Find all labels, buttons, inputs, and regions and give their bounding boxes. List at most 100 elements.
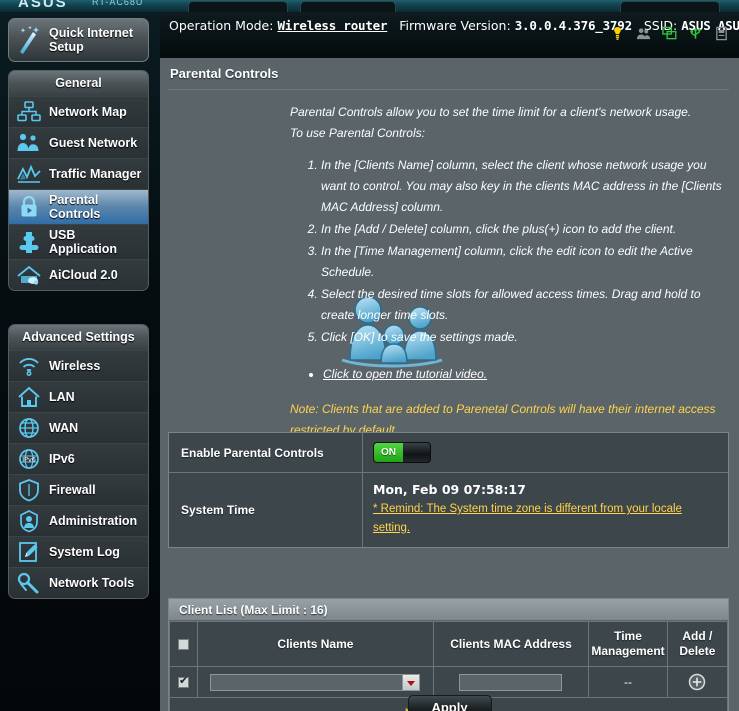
general-menu-title: General (9, 71, 148, 96)
column-header-clients-mac: Clients MAC Address (432, 621, 590, 667)
notification-icon[interactable] (610, 26, 625, 41)
intro-line-2: To use Parental Controls: (290, 126, 425, 140)
enable-parental-controls-label: Enable Parental Controls (181, 445, 324, 460)
enable-parental-controls-control: ON (362, 433, 728, 472)
sidebar-item-label: Network Map (49, 105, 127, 119)
top-tab-stub-2[interactable] (300, 1, 396, 12)
plus-circle-icon[interactable] (688, 673, 706, 691)
table-header-row: Clients Name Clients MAC Address Time Ma… (168, 621, 729, 667)
sidebar-item-network-tools[interactable]: Network Tools (9, 567, 148, 598)
sidebar-item-label: System Log (49, 545, 120, 559)
printer-icon[interactable] (714, 26, 729, 41)
administration-icon (20, 510, 38, 533)
sidebar-item-network-map[interactable]: Network Map (9, 96, 148, 127)
sidebar-item-aicloud[interactable]: AiCloud 2.0 (9, 259, 148, 290)
system-time-row: System Time Mon, Feb 09 07:58:17 * Remin… (169, 472, 728, 547)
sidebar-item-ipv6[interactable]: IPv6 IPv6 (9, 443, 148, 474)
sidebar-item-guest-network[interactable]: Guest Network (9, 127, 148, 158)
apply-button[interactable]: Apply (407, 695, 492, 711)
sidebar-item-label: Wireless (49, 359, 101, 373)
instruction-step: In the [Add / Delete] column, click the … (321, 219, 730, 240)
sidebar: Quick Internet Setup General Network Map (0, 12, 160, 711)
sidebar-item-label: Network Tools (49, 576, 135, 590)
brand-logo-bar: ASUS RT-AC68U (0, 0, 739, 12)
sidebar-item-traffic-manager[interactable]: Traffic Manager (9, 158, 148, 189)
sidebar-item-lan[interactable]: LAN (9, 381, 148, 412)
sidebar-item-label: Firewall (49, 483, 96, 497)
toggle-on-label: ON (374, 443, 403, 462)
parental-controls-icon (21, 195, 37, 217)
instruction-step: In the [Clients Name] column, select the… (321, 155, 730, 218)
general-menu-block: General Network Map Guest Network Traffi… (8, 70, 149, 291)
header-icon-tray (610, 26, 729, 41)
guest-users-icon[interactable] (636, 26, 651, 41)
sidebar-item-parental-controls[interactable]: Parental Controls (9, 189, 148, 224)
column-header-time-management: Time Management (588, 621, 668, 667)
settings-panel: Enable Parental Controls ON System Time … (168, 432, 729, 548)
firewall-icon (19, 479, 39, 502)
select-all-checkbox[interactable] (178, 638, 190, 650)
sidebar-item-label: AiCloud 2.0 (49, 268, 118, 282)
client-name-select[interactable] (210, 673, 421, 691)
instruction-step: Click [OK] to save the settings made. (321, 327, 730, 348)
row-checkbox[interactable] (178, 675, 190, 689)
usb-device-icon[interactable] (688, 26, 703, 41)
system-time-value: Mon, Feb 09 07:58:17 (373, 482, 526, 497)
toggle-knob (403, 443, 430, 462)
select-all-header (168, 621, 199, 667)
system-time-value-cell: Mon, Feb 09 07:58:17 * Remind: The Syste… (362, 473, 728, 547)
router-admin-page: ASUS RT-AC68U Operation Mode: Wireless r… (0, 0, 739, 711)
system-log-icon (19, 542, 38, 562)
tutorial-list: Click to open the tutorial video. (310, 364, 730, 385)
ipv6-icon: IPv6 (19, 449, 39, 469)
top-tab-stub-3[interactable] (620, 1, 720, 12)
connected-clients-icon[interactable] (662, 26, 677, 41)
client-name-cell (197, 666, 434, 698)
guest-network-icon (17, 133, 39, 151)
sidebar-item-usb-application[interactable]: USB Application (9, 224, 148, 259)
advanced-menu-title: Advanced Settings (9, 325, 148, 350)
sidebar-item-wireless[interactable]: Wireless (9, 350, 148, 381)
add-delete-cell (666, 666, 729, 698)
sidebar-item-label: USB Application (49, 228, 118, 256)
sidebar-item-wan[interactable]: WAN (9, 412, 148, 443)
system-time-block: Mon, Feb 09 07:58:17 * Remind: The Syste… (373, 482, 703, 538)
sidebar-item-label: Parental Controls (49, 193, 101, 221)
sidebar-item-administration[interactable]: Administration (9, 505, 148, 536)
advanced-menu-block: Advanced Settings Wireless LAN WAN IPv6 … (8, 324, 149, 599)
client-mac-input[interactable] (459, 673, 563, 691)
row-select-cell (168, 666, 199, 698)
enable-parental-controls-row: Enable Parental Controls ON (169, 433, 728, 472)
wireless-icon (19, 358, 39, 376)
quick-internet-setup-label: Quick Internet Setup (49, 26, 134, 54)
time-management-cell: -- (588, 666, 668, 698)
system-time-timezone-warning[interactable]: * Remind: The System time zone is differ… (373, 500, 703, 538)
footer-actions: Apply (160, 695, 739, 711)
sidebar-item-firewall[interactable]: Firewall (9, 474, 148, 505)
intro-line-1: Parental Controls allow you to set the t… (290, 105, 692, 119)
system-time-label: System Time (181, 503, 255, 517)
svg-text:IPv6: IPv6 (22, 456, 36, 464)
main-content: Parental Controls Parental Controls allo… (160, 58, 739, 711)
status-header: Operation Mode: Wireless router Firmware… (160, 12, 739, 58)
sidebar-item-label: Administration (49, 514, 138, 528)
operation-mode-value[interactable]: Wireless router (277, 18, 387, 33)
title-divider (168, 89, 729, 90)
top-tab-stub-1[interactable] (188, 1, 288, 12)
quick-internet-setup-button[interactable]: Quick Internet Setup (8, 18, 149, 62)
sidebar-item-label: Guest Network (49, 136, 138, 150)
network-tools-icon (17, 572, 39, 594)
instruction-steps: In the [Clients Name] column, select the… (308, 155, 730, 348)
chevron-down-icon[interactable] (402, 674, 420, 690)
instructions-block: Parental Controls allow you to set the t… (290, 102, 730, 441)
sidebar-item-system-log[interactable]: System Log (9, 536, 148, 567)
wan-icon (19, 418, 39, 438)
magic-wand-icon (20, 26, 39, 54)
column-header-add-delete: Add / Delete (666, 621, 729, 667)
enable-parental-controls-toggle[interactable]: ON (373, 442, 431, 463)
traffic-manager-icon (17, 164, 41, 183)
tutorial-video-link[interactable]: Click to open the tutorial video. (323, 367, 487, 381)
sidebar-item-label: Traffic Manager (49, 167, 142, 181)
instruction-step: In the [Time Management] column, click t… (321, 241, 730, 283)
sidebar-item-label: LAN (49, 390, 75, 404)
